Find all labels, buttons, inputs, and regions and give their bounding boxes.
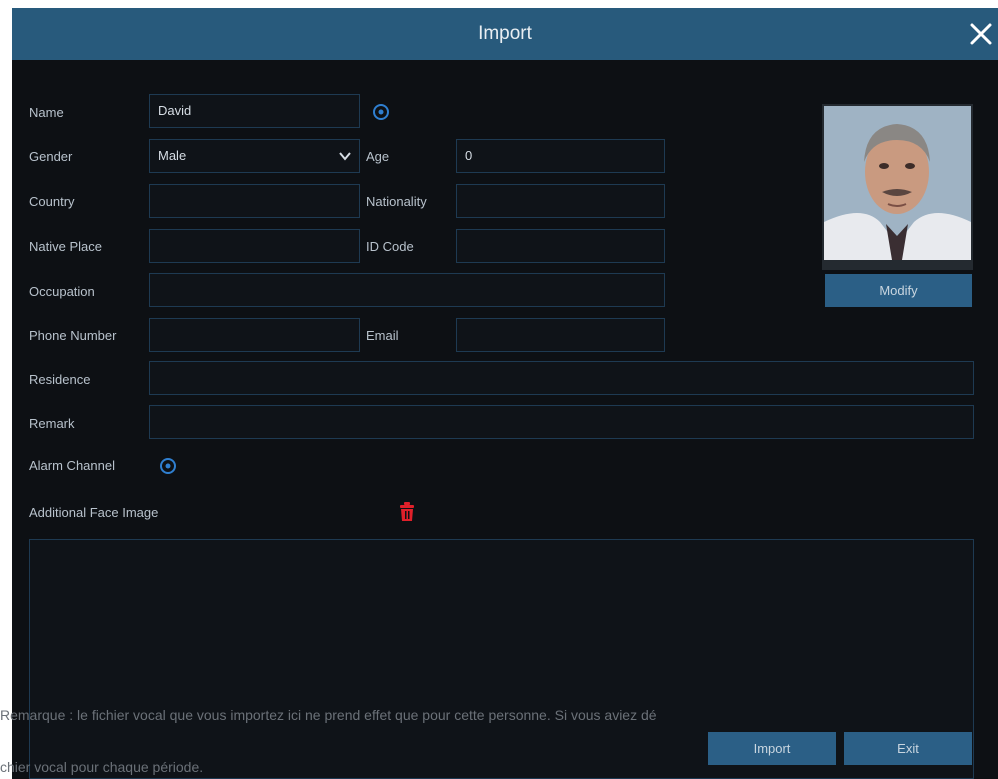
dialog-title: Import xyxy=(478,23,532,44)
alarm-channel-settings-icon[interactable] xyxy=(160,458,176,474)
age-label: Age xyxy=(366,149,390,164)
gender-label: Gender xyxy=(29,149,73,164)
country-label: Country xyxy=(29,194,75,209)
import-button[interactable]: Import xyxy=(708,732,836,765)
name-input[interactable]: David xyxy=(149,94,360,128)
name-label: Name xyxy=(29,105,64,120)
email-input[interactable] xyxy=(456,318,665,352)
remark-overlay-line-1: Remarque : le fichier vocal que vous imp… xyxy=(0,707,657,723)
remark-input[interactable] xyxy=(149,405,974,439)
native-place-label: Native Place xyxy=(29,239,102,254)
remark-overlay-line-2: chier vocal pour chaque période. xyxy=(0,759,204,775)
phone-number-label: Phone Number xyxy=(29,328,117,343)
phone-number-input[interactable] xyxy=(149,318,360,352)
alarm-channel-label: Alarm Channel xyxy=(29,458,115,473)
occupation-input[interactable] xyxy=(149,273,665,307)
country-input[interactable] xyxy=(149,184,360,218)
dialog-titlebar: Import xyxy=(12,8,998,60)
email-label: Email xyxy=(366,328,399,343)
native-place-input[interactable] xyxy=(149,229,360,263)
face-photo xyxy=(822,104,973,270)
id-code-label: ID Code xyxy=(366,239,414,254)
additional-face-image-label: Additional Face Image xyxy=(29,505,159,520)
occupation-label: Occupation xyxy=(29,284,95,299)
nationality-input[interactable] xyxy=(456,184,665,218)
gender-value: Male xyxy=(158,148,187,163)
chevron-down-icon xyxy=(339,152,351,161)
id-code-input[interactable] xyxy=(456,229,665,263)
face-photo-image xyxy=(822,104,973,270)
modify-button[interactable]: Modify xyxy=(825,274,972,307)
residence-input[interactable] xyxy=(149,361,974,395)
add-name-icon[interactable] xyxy=(373,104,389,120)
import-dialog: Import Name David Gender Male Age 0 Coun… xyxy=(12,8,998,779)
exit-button[interactable]: Exit xyxy=(844,732,972,765)
remark-label: Remark xyxy=(29,416,75,431)
gender-select[interactable]: Male xyxy=(149,139,360,173)
age-input[interactable]: 0 xyxy=(456,139,665,173)
residence-label: Residence xyxy=(29,372,91,387)
delete-icon[interactable] xyxy=(398,502,416,522)
nationality-label: Nationality xyxy=(366,194,427,209)
close-icon[interactable] xyxy=(966,19,996,49)
